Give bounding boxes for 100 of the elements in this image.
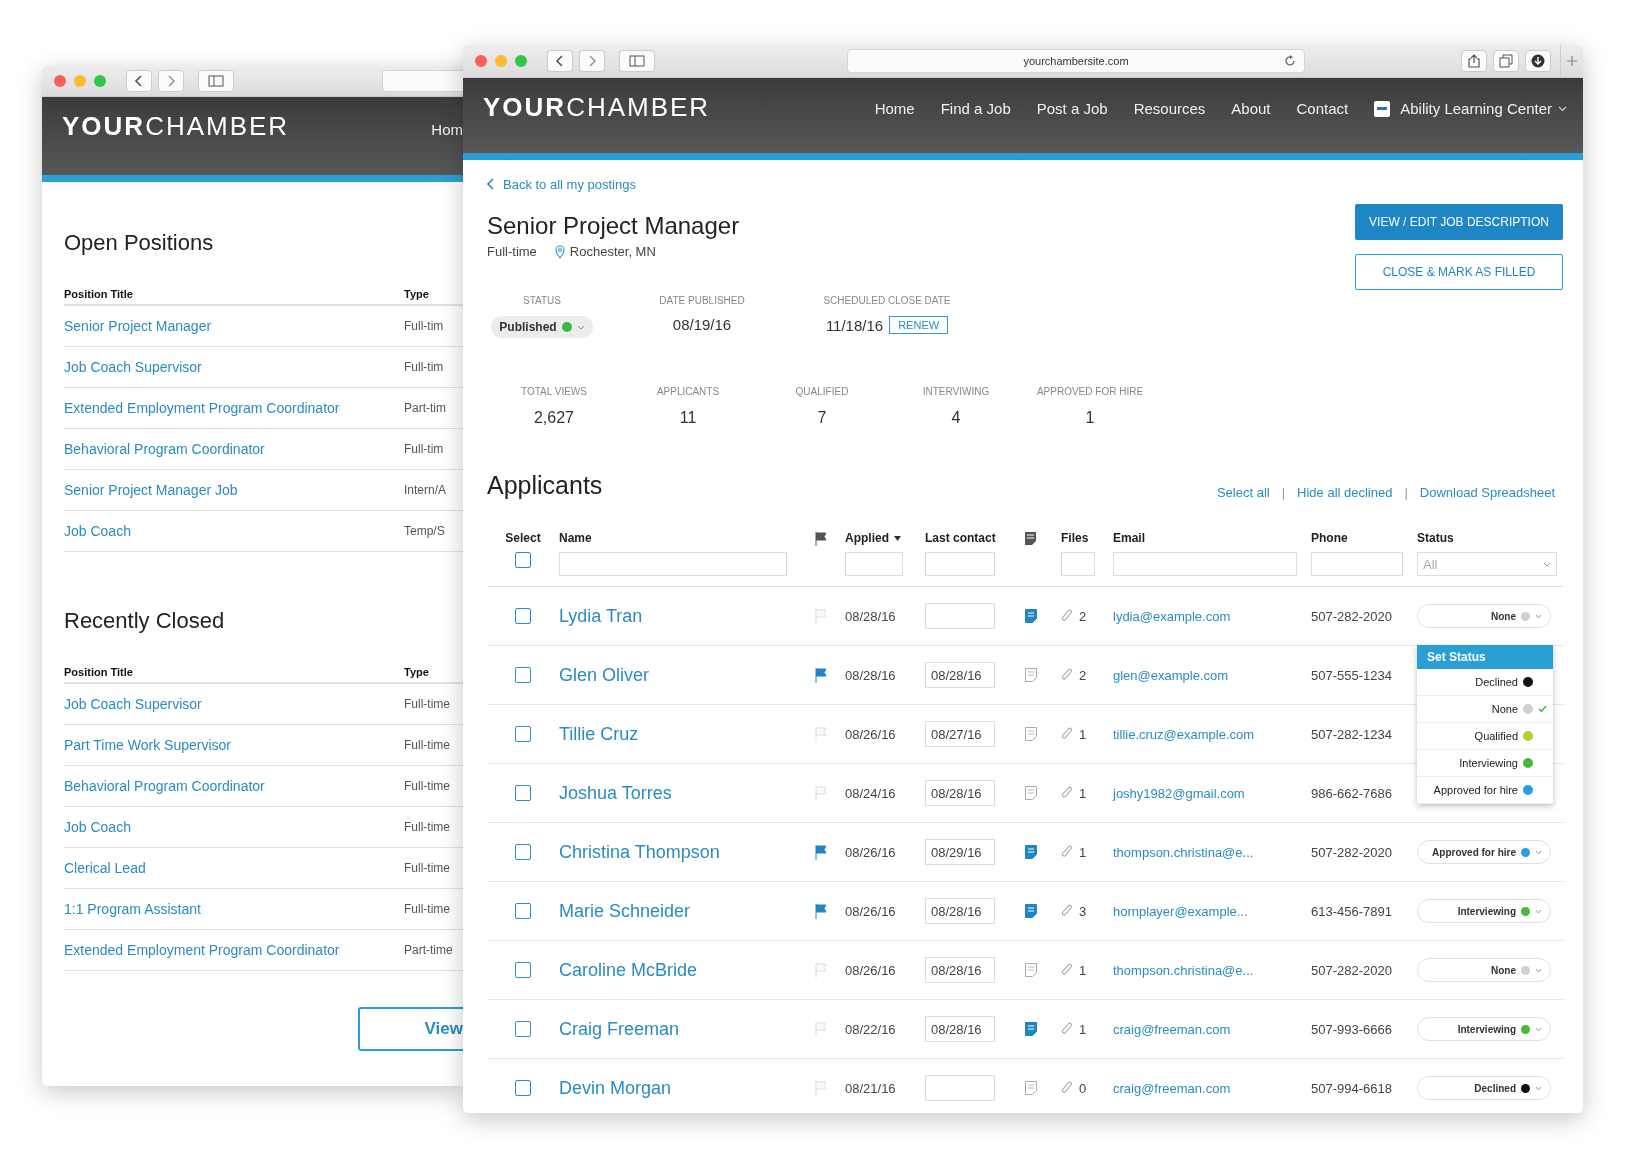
close-icon[interactable]	[54, 75, 66, 87]
applicant-name[interactable]: Glen Oliver	[559, 664, 650, 686]
sidebar-icon[interactable]	[619, 50, 655, 72]
position-link[interactable]: Extended Employment Program Coordinator	[64, 400, 404, 416]
note-icon[interactable]	[1025, 845, 1037, 859]
position-link[interactable]: Behavioral Program Coordinator	[64, 441, 404, 457]
email-filter-field[interactable]	[1113, 552, 1297, 576]
minimize-icon[interactable]	[495, 55, 507, 67]
logo[interactable]: YOURCHAMBER	[483, 92, 711, 123]
email-link[interactable]: lydia@example.com	[1113, 608, 1231, 624]
flag-icon[interactable]	[815, 844, 827, 860]
note-icon[interactable]	[1025, 609, 1037, 623]
download-icon[interactable]	[1525, 50, 1551, 72]
tabs-icon[interactable]	[1493, 50, 1519, 72]
edit-description-button[interactable]: VIEW / EDIT JOB DESCRIPTION	[1355, 204, 1563, 240]
zoom-icon[interactable]	[94, 75, 106, 87]
nav-link[interactable]: Find a Job	[940, 100, 1011, 117]
zoom-icon[interactable]	[515, 55, 527, 67]
note-icon[interactable]	[1025, 786, 1037, 800]
position-link[interactable]: Job Coach Supervisor	[64, 696, 404, 712]
last-contact-field[interactable]	[925, 603, 995, 629]
row-checkbox[interactable]	[515, 962, 531, 978]
position-link[interactable]: Senior Project Manager	[64, 318, 404, 334]
nav-link[interactable]: Contact	[1296, 100, 1349, 117]
applicant-name[interactable]: Caroline McBride	[559, 959, 698, 981]
menu-item[interactable]: Qualified	[1417, 723, 1553, 750]
forward-icon[interactable]	[158, 70, 184, 92]
email-link[interactable]: craig@freeman.com	[1113, 1080, 1231, 1096]
reload-icon[interactable]	[1284, 55, 1296, 67]
last-contact-field[interactable]: 08/28/16	[925, 1016, 995, 1042]
column-header[interactable]: Applied	[845, 530, 901, 546]
applicant-name[interactable]: Lydia Tran	[559, 605, 643, 627]
last-contact-field[interactable]: 08/27/16	[925, 721, 995, 747]
last-contact-field[interactable]	[925, 1075, 995, 1101]
email-link[interactable]: craig@freeman.com	[1113, 1021, 1231, 1037]
address-field[interactable]: yourchambersite.com	[847, 49, 1305, 73]
note-icon[interactable]	[1025, 1081, 1037, 1095]
position-link[interactable]: 1:1 Program Assistant	[64, 901, 404, 917]
email-link[interactable]: glen@example.com	[1113, 667, 1229, 683]
position-link[interactable]: Behavioral Program Coordinator	[64, 778, 404, 794]
back-icon[interactable]	[547, 50, 573, 72]
close-icon[interactable]	[475, 55, 487, 67]
close-posting-button[interactable]: CLOSE & MARK AS FILLED	[1355, 254, 1563, 290]
position-link[interactable]: Extended Employment Program Coordinator	[64, 942, 404, 958]
email-link[interactable]: thompson.christina@e...	[1113, 962, 1254, 978]
position-link[interactable]: Clerical Lead	[64, 860, 404, 876]
files-filter-field[interactable]	[1061, 552, 1095, 576]
last-contact-field[interactable]: 08/28/16	[925, 898, 995, 924]
position-link[interactable]: Job Coach	[64, 819, 404, 835]
last-contact-field[interactable]: 08/28/16	[925, 957, 995, 983]
note-icon[interactable]	[1025, 668, 1037, 682]
forward-icon[interactable]	[579, 50, 605, 72]
name-filter-field[interactable]	[559, 552, 787, 576]
nav-link[interactable]: Post a Job	[1036, 100, 1108, 117]
flag-icon[interactable]	[815, 903, 827, 919]
applicant-name[interactable]: Christina Thompson	[559, 841, 720, 863]
row-checkbox[interactable]	[515, 1021, 531, 1037]
applicant-name[interactable]: Devin Morgan	[559, 1077, 672, 1099]
row-checkbox[interactable]	[515, 903, 531, 919]
action-link[interactable]: Select all	[1216, 485, 1270, 500]
minimize-icon[interactable]	[74, 75, 86, 87]
position-link[interactable]: Part Time Work Supervisor	[64, 737, 404, 753]
renew-button[interactable]: RENEW	[889, 316, 949, 334]
caret-icon[interactable]	[1558, 105, 1567, 112]
row-checkbox[interactable]	[515, 844, 531, 860]
row-checkbox[interactable]	[515, 1080, 531, 1096]
status-dropdown[interactable]: Published	[491, 316, 593, 338]
share-icon[interactable]	[1461, 50, 1487, 72]
applicant-name[interactable]: Joshua Torres	[559, 782, 672, 804]
applicant-name[interactable]: Marie Schneider	[559, 900, 691, 922]
phone-filter-field[interactable]	[1311, 552, 1403, 576]
note-icon[interactable]	[1025, 727, 1037, 741]
email-link[interactable]: thompson.christina@e...	[1113, 844, 1254, 860]
address-field[interactable]	[382, 70, 463, 92]
flag-icon[interactable]	[815, 667, 827, 683]
menu-item[interactable]: Declined	[1417, 669, 1553, 696]
applied-filter-field[interactable]	[845, 552, 903, 576]
contact-filter-field[interactable]	[925, 552, 995, 576]
position-link[interactable]: Senior Project Manager Job	[64, 482, 404, 498]
nav-link[interactable]: Hom	[431, 121, 463, 138]
row-checkbox[interactable]	[515, 608, 531, 624]
nav-link[interactable]: Home	[874, 100, 915, 117]
nav-link[interactable]: Resources	[1133, 100, 1206, 117]
position-link[interactable]: Job Coach	[64, 523, 404, 539]
back-icon[interactable]	[126, 70, 152, 92]
email-link[interactable]: tillie.cruz@example.com	[1113, 726, 1255, 742]
last-contact-field[interactable]: 08/29/16	[925, 839, 995, 865]
row-checkbox[interactable]	[515, 785, 531, 801]
note-icon[interactable]	[1025, 1022, 1037, 1036]
nav-link[interactable]: About	[1231, 100, 1271, 117]
status-filter-dropdown[interactable]: All	[1417, 552, 1557, 576]
email-link[interactable]: hornplayer@example...	[1113, 903, 1248, 919]
action-link[interactable]: Download Spreadsheet	[1419, 485, 1555, 500]
applicant-name[interactable]: Craig Freeman	[559, 1018, 680, 1040]
note-icon[interactable]	[1025, 963, 1037, 977]
select-all-checkbox[interactable]	[515, 552, 531, 568]
back-link[interactable]: Back to all my postings	[487, 176, 636, 192]
row-checkbox[interactable]	[515, 667, 531, 683]
position-link[interactable]: Job Coach Supervisor	[64, 359, 404, 375]
action-link[interactable]: Hide all declined	[1297, 485, 1393, 500]
